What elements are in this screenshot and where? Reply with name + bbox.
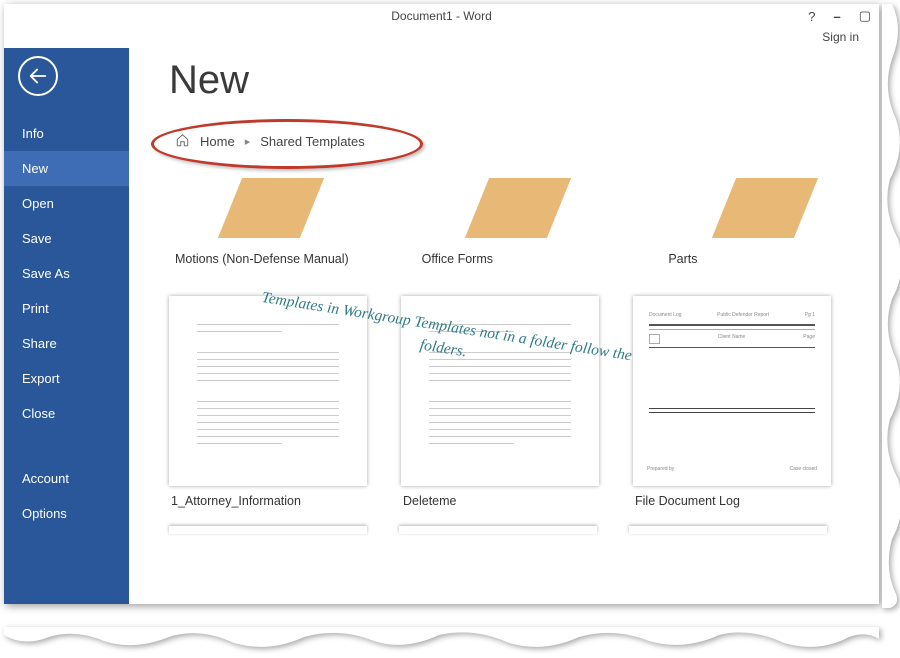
- next-row-stubs: [169, 526, 849, 534]
- sidebar-item-save-as[interactable]: Save As: [4, 256, 129, 291]
- folder-tile[interactable]: Office Forms: [416, 178, 603, 266]
- main-area: InfoNewOpenSaveSave AsPrintShareExportCl…: [4, 48, 879, 604]
- page-title: New: [169, 58, 849, 103]
- help-icon[interactable]: ?: [808, 9, 815, 24]
- folder-grid: Motions (Non-Defense Manual) Office Forms…: [169, 178, 849, 266]
- folder-label: Motions (Non-Defense Manual): [169, 252, 356, 266]
- folder-tile[interactable]: Motions (Non-Defense Manual): [169, 178, 356, 266]
- sidebar-item-info[interactable]: Info: [4, 116, 129, 151]
- breadcrumb: Home ▸ Shared Templates: [169, 127, 365, 156]
- backstage-window: Document1 - Word ? – ▢ Sign in InfoNewOp…: [4, 4, 879, 604]
- sidebar-item-share[interactable]: Share: [4, 326, 129, 361]
- folder-label: Parts: [662, 252, 849, 266]
- template-preview: [401, 296, 599, 486]
- template-label: Deleteme: [401, 494, 601, 508]
- sidebar-item-account[interactable]: Account: [4, 461, 129, 496]
- sidebar-item-close[interactable]: Close: [4, 396, 129, 431]
- template-stub[interactable]: [169, 526, 367, 534]
- folder-tile[interactable]: Parts: [662, 178, 849, 266]
- template-tile[interactable]: 1_Attorney_Information: [169, 296, 369, 508]
- restore-icon[interactable]: ▢: [859, 8, 871, 24]
- sidebar-item-print[interactable]: Print: [4, 291, 129, 326]
- breadcrumb-home[interactable]: Home: [200, 134, 235, 149]
- sidebar-item-export[interactable]: Export: [4, 361, 129, 396]
- chevron-right-icon: ▸: [245, 135, 251, 148]
- torn-edge-bottom: [4, 627, 879, 653]
- arrow-left-icon: [27, 65, 49, 87]
- minimize-icon[interactable]: –: [833, 9, 840, 24]
- window-controls: ? – ▢: [808, 8, 871, 24]
- template-row: Templates in Workgroup Templates not in …: [169, 296, 849, 508]
- breadcrumb-container: Home ▸ Shared Templates: [169, 127, 365, 156]
- template-label: File Document Log: [633, 494, 833, 508]
- signin-row: Sign in: [4, 28, 879, 48]
- sidebar-item-save[interactable]: Save: [4, 221, 129, 256]
- signin-link[interactable]: Sign in: [822, 30, 859, 44]
- folder-icon: [212, 178, 312, 238]
- template-stub[interactable]: [399, 526, 597, 534]
- backstage-sidebar: InfoNewOpenSaveSave AsPrintShareExportCl…: [4, 48, 129, 604]
- folder-label: Office Forms: [416, 252, 603, 266]
- sidebar-item-open[interactable]: Open: [4, 186, 129, 221]
- sidebar-item-options[interactable]: Options: [4, 496, 129, 531]
- template-stub[interactable]: [629, 526, 827, 534]
- template-preview: [169, 296, 367, 486]
- torn-edge-right: [882, 4, 900, 604]
- back-button[interactable]: [18, 56, 58, 96]
- breadcrumb-current[interactable]: Shared Templates: [260, 134, 365, 149]
- titlebar: Document1 - Word ? – ▢: [4, 4, 879, 28]
- home-icon[interactable]: [175, 133, 190, 150]
- template-label: 1_Attorney_Information: [169, 494, 369, 508]
- template-tile[interactable]: Deleteme: [401, 296, 601, 508]
- window-title: Document1 - Word: [391, 9, 491, 23]
- content-area: New Home ▸ Shared Templates Motions (Non…: [129, 48, 879, 604]
- folder-icon: [706, 178, 806, 238]
- template-preview: Document LogPublic Defender ReportPg 1 C…: [633, 296, 831, 486]
- sidebar-item-new[interactable]: New: [4, 151, 129, 186]
- folder-icon: [459, 178, 559, 238]
- template-tile[interactable]: Document LogPublic Defender ReportPg 1 C…: [633, 296, 833, 508]
